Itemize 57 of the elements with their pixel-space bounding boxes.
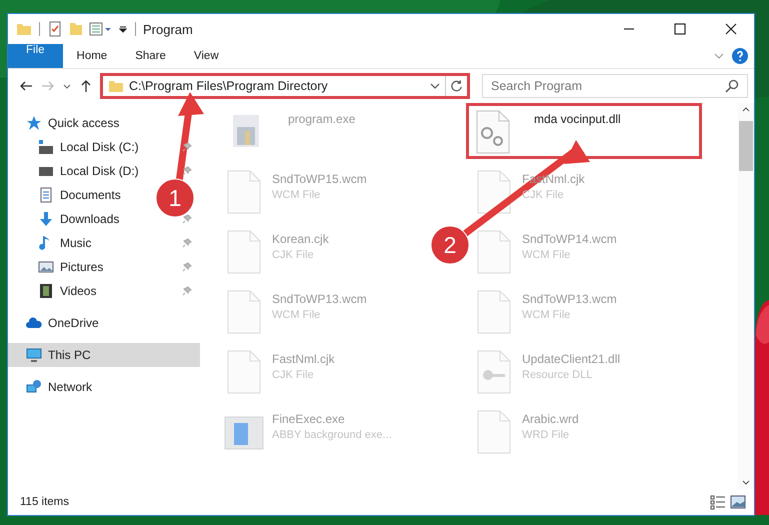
folder-icon bbox=[108, 78, 124, 94]
dropdown-icon[interactable] bbox=[430, 81, 440, 91]
sidebar-item[interactable]: Music bbox=[8, 231, 150, 255]
file-type: WRD File bbox=[522, 429, 570, 441]
file-type: CJK File bbox=[272, 249, 314, 261]
address-bar[interactable]: C:\Program Files\Program Directory bbox=[100, 73, 470, 99]
details-view-icon[interactable] bbox=[710, 494, 726, 510]
sidebar-item[interactable]: Documents bbox=[8, 183, 150, 207]
sidebar-icon bbox=[38, 139, 54, 155]
caret-icon[interactable] bbox=[118, 24, 128, 34]
file-type: CJK File bbox=[522, 189, 564, 201]
ribbon-tab[interactable]: View bbox=[180, 44, 233, 68]
search-icon bbox=[724, 78, 740, 94]
file-name[interactable]: mda vocinput.dll bbox=[534, 112, 621, 126]
file-type: Resource DLL bbox=[522, 369, 592, 381]
sidebar-icon bbox=[26, 347, 42, 363]
sidebar-icon bbox=[38, 259, 54, 275]
new-folder-icon[interactable] bbox=[68, 21, 84, 37]
file-type: WCM File bbox=[522, 249, 570, 261]
sidebar-icon bbox=[26, 315, 42, 331]
pin-icon[interactable] bbox=[182, 262, 192, 272]
sidebar-icon bbox=[38, 283, 54, 299]
customize-dropdown-icon[interactable] bbox=[89, 21, 113, 37]
sidebar-icon bbox=[26, 379, 42, 395]
properties-icon[interactable] bbox=[47, 21, 63, 37]
window-title: Program bbox=[143, 22, 193, 36]
search-field[interactable]: Search Program bbox=[482, 74, 748, 98]
sidebar-item[interactable]: Downloads bbox=[8, 207, 150, 231]
sidebar-icon bbox=[38, 211, 54, 227]
sidebar-item[interactable]: Pictures bbox=[8, 255, 150, 279]
pin-icon[interactable] bbox=[182, 166, 192, 176]
file-type: WCM File bbox=[522, 309, 570, 321]
file-type: CJK File bbox=[272, 369, 314, 381]
file-type: WCM File bbox=[272, 189, 320, 201]
item-count: 115 items bbox=[20, 496, 70, 508]
pin-icon[interactable] bbox=[182, 142, 192, 152]
sidebar-icon bbox=[26, 115, 42, 131]
pin-icon[interactable] bbox=[182, 214, 192, 224]
sidebar-item[interactable]: Local Disk (C:) bbox=[8, 135, 150, 159]
sidebar-item[interactable]: OneDrive bbox=[8, 311, 200, 335]
folder-icon[interactable] bbox=[16, 21, 32, 37]
sidebar-item[interactable]: Local Disk (D:) bbox=[8, 159, 150, 183]
ribbon-tab[interactable]: Home bbox=[62, 44, 122, 68]
large-icons-view-icon[interactable] bbox=[730, 494, 746, 510]
chevron-icon[interactable] bbox=[714, 51, 724, 61]
pin-icon[interactable] bbox=[182, 238, 192, 248]
sidebar-item[interactable]: Network bbox=[8, 375, 200, 399]
pin-icon[interactable] bbox=[182, 286, 192, 296]
ribbon-tab[interactable]: Share bbox=[121, 44, 180, 68]
address-path: C:\Program Files\Program Directory bbox=[129, 79, 329, 93]
sidebar-icon bbox=[38, 187, 54, 203]
sidebar-item[interactable]: Videos bbox=[8, 279, 150, 303]
file-type: WCM File bbox=[272, 309, 320, 321]
scrollbar-thumb[interactable] bbox=[739, 121, 753, 171]
file-type: ABBY background exe... bbox=[272, 429, 392, 441]
sidebar-item[interactable]: This PC bbox=[8, 343, 200, 367]
help-icon[interactable] bbox=[732, 48, 748, 64]
